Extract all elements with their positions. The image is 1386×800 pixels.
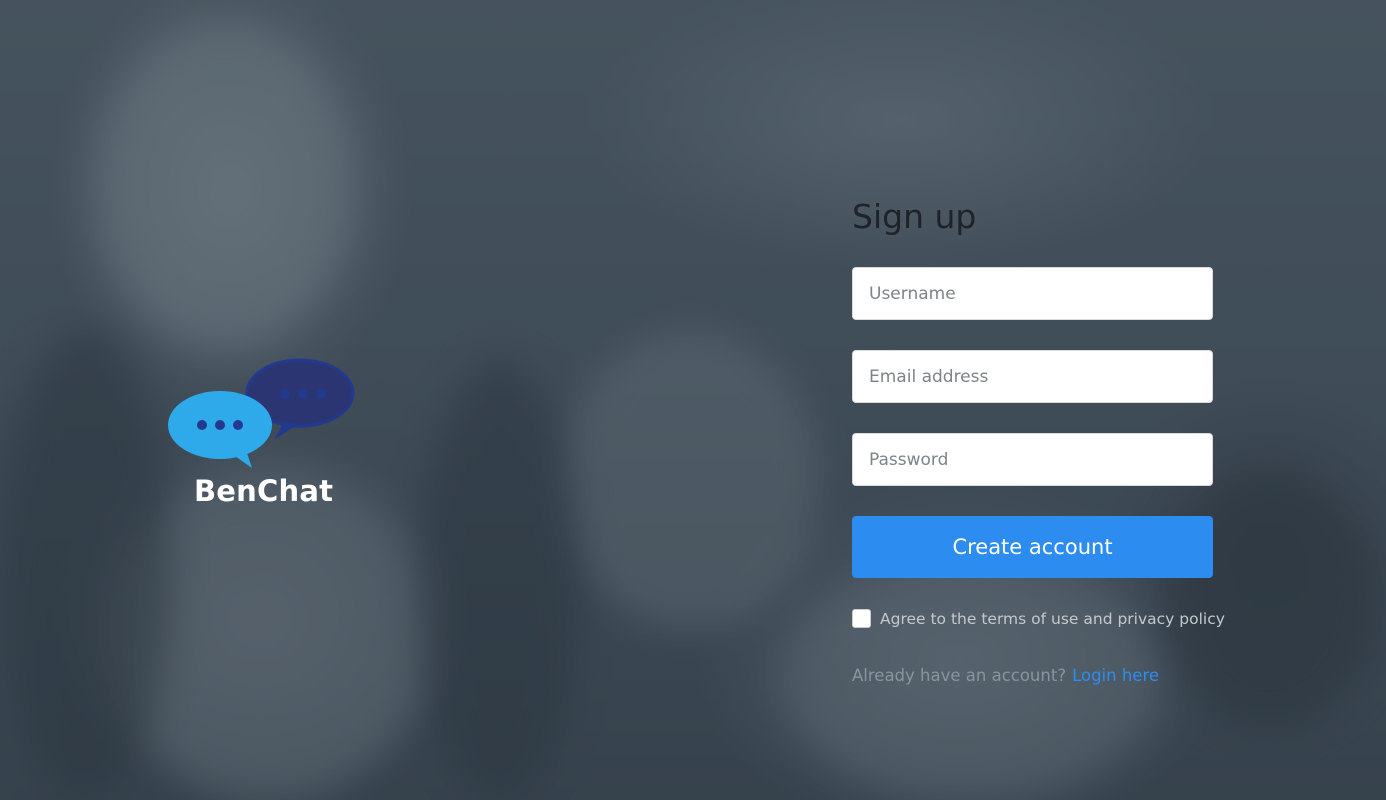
brand-name: BenChat	[194, 474, 334, 508]
login-prompt-row: Already have an account? Login here	[852, 666, 1159, 685]
chat-bubbles-icon	[168, 358, 355, 468]
signup-form: Sign up Create account Agree to the term…	[852, 196, 1225, 685]
login-link[interactable]: Login here	[1072, 666, 1159, 685]
email-input[interactable]	[852, 350, 1213, 403]
login-prompt: Already have an account?	[852, 666, 1067, 685]
signup-page: BenChat Sign up Create account Agree to …	[0, 0, 1386, 800]
terms-label: Agree to the terms of use and privacy po…	[880, 609, 1225, 628]
benchat-logo: BenChat	[166, 356, 356, 516]
terms-checkbox[interactable]	[852, 609, 871, 628]
password-input[interactable]	[852, 433, 1213, 486]
username-input[interactable]	[852, 267, 1213, 320]
terms-row: Agree to the terms of use and privacy po…	[852, 609, 1225, 628]
page-title: Sign up	[852, 197, 977, 236]
create-account-button[interactable]: Create account	[852, 516, 1213, 578]
